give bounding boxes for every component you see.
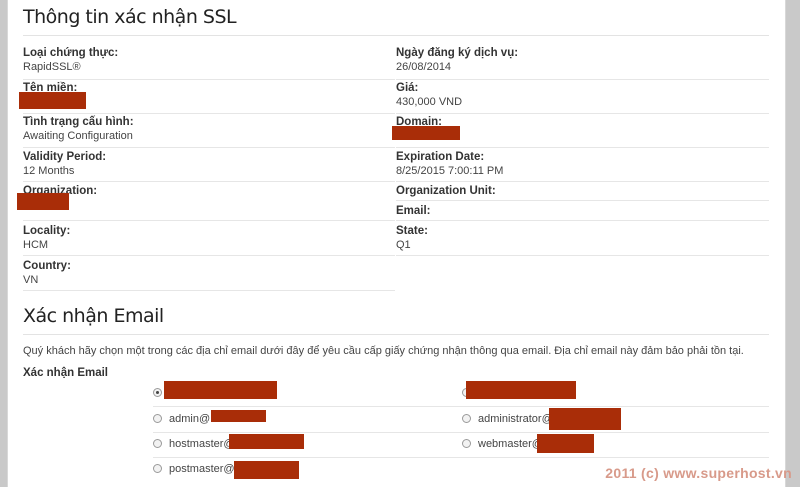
row-divider (153, 406, 769, 407)
radio-button[interactable] (153, 414, 162, 423)
radio-button[interactable] (462, 414, 471, 423)
redaction-domain-name (19, 92, 86, 109)
field-value: Awaiting Configuration (23, 130, 133, 142)
row-divider (396, 79, 769, 80)
cert-type-field: Loại chứng thực: RapidSSL® (23, 46, 118, 74)
row-divider (23, 147, 395, 148)
expiration-date-field: Expiration Date: 8/25/2015 7:00:11 PM (396, 150, 503, 178)
field-value: Q1 (396, 239, 411, 251)
email-confirm-heading: Xác nhận Email (23, 305, 164, 327)
field-value: HCM (23, 239, 49, 251)
heading-divider (23, 334, 769, 335)
organization-unit-field: Organization Unit: (396, 184, 496, 198)
radio-button[interactable] (462, 439, 471, 448)
field-label: Expiration Date: (396, 151, 485, 163)
redaction-email-administrator (549, 408, 621, 430)
field-label: Organization Unit: (396, 185, 496, 197)
row-divider (23, 255, 395, 256)
field-label: Loại chứng thực: (23, 47, 119, 59)
field-label: Locality: (23, 225, 71, 237)
field-value: 8/25/2015 7:00:11 PM (396, 165, 504, 177)
row-divider (153, 457, 769, 458)
heading-divider (23, 35, 769, 36)
field-value: 12 Months (23, 165, 75, 177)
row-divider (396, 147, 769, 148)
field-label: Country: (23, 260, 71, 272)
locality-field: Locality: HCM (23, 224, 70, 252)
email-prefix: webmaster@ (478, 438, 543, 450)
country-field: Country: VN (23, 259, 71, 287)
row-divider (396, 113, 769, 114)
redaction-email-2 (466, 381, 576, 399)
radio-button[interactable] (153, 464, 162, 473)
row-divider (23, 79, 395, 80)
state-field: State: Q1 (396, 224, 428, 252)
field-value: VN (23, 274, 39, 286)
field-value: RapidSSL® (23, 61, 81, 73)
field-label: Giá: (396, 82, 419, 94)
email-prefix: admin@ (169, 413, 211, 425)
registration-date-field: Ngày đăng ký dịch vụ: 26/08/2014 (396, 46, 518, 74)
watermark-text: 2011 (c) www.superhost.vn (605, 465, 792, 481)
radio-button[interactable] (153, 439, 162, 448)
email-option-admin[interactable]: admin@ (153, 413, 210, 429)
field-label: Email: (396, 205, 431, 217)
row-divider (396, 220, 769, 221)
validity-period-field: Validity Period: 12 Months (23, 150, 106, 178)
field-label: Ngày đăng ký dịch vụ: (396, 47, 519, 59)
redaction-email-1 (164, 381, 277, 399)
email-option-webmaster[interactable]: webmaster@ (462, 438, 543, 454)
row-divider (153, 432, 769, 433)
email-prefix: hostmaster@ (169, 438, 235, 450)
email-prefix: postmaster@ (169, 463, 235, 475)
price-field: Giá: 430,000 VND (396, 81, 462, 109)
row-divider (396, 200, 769, 201)
field-value: 430,000 VND (396, 96, 463, 108)
email-instructions: Quý khách hãy chọn một trong các địa chỉ… (23, 345, 744, 357)
redaction-organization (17, 193, 69, 210)
redaction-email-hostmaster (229, 434, 304, 449)
ssl-info-heading: Thông tin xác nhận SSL (23, 6, 237, 28)
email-confirm-label: Xác nhận Email (23, 367, 109, 379)
email-field: Email: (396, 204, 431, 218)
row-divider (396, 181, 769, 182)
row-divider (23, 181, 395, 182)
field-value: 26/08/2014 (396, 61, 452, 73)
ssl-confirmation-panel: Thông tin xác nhận SSL Loại chứng thực: … (7, 0, 786, 487)
config-status-field: Tình trạng cấu hình: Awaiting Configurat… (23, 115, 134, 143)
row-divider (23, 113, 395, 114)
redaction-email-postmaster (234, 461, 299, 479)
row-divider (396, 255, 769, 256)
field-label: Tình trạng cấu hình: (23, 116, 134, 128)
field-label: State: (396, 225, 428, 237)
redaction-domain (392, 126, 460, 140)
row-divider (23, 220, 395, 221)
field-label: Validity Period: (23, 151, 107, 163)
email-option-postmaster[interactable]: postmaster@ (153, 463, 235, 479)
email-prefix: administrator@ (478, 413, 553, 425)
redaction-email-admin (211, 410, 266, 422)
email-option-hostmaster[interactable]: hostmaster@ (153, 438, 235, 454)
email-option-administrator[interactable]: administrator@ (462, 413, 553, 429)
radio-button[interactable] (153, 388, 162, 397)
redaction-email-webmaster (537, 434, 594, 453)
row-divider (23, 290, 395, 291)
